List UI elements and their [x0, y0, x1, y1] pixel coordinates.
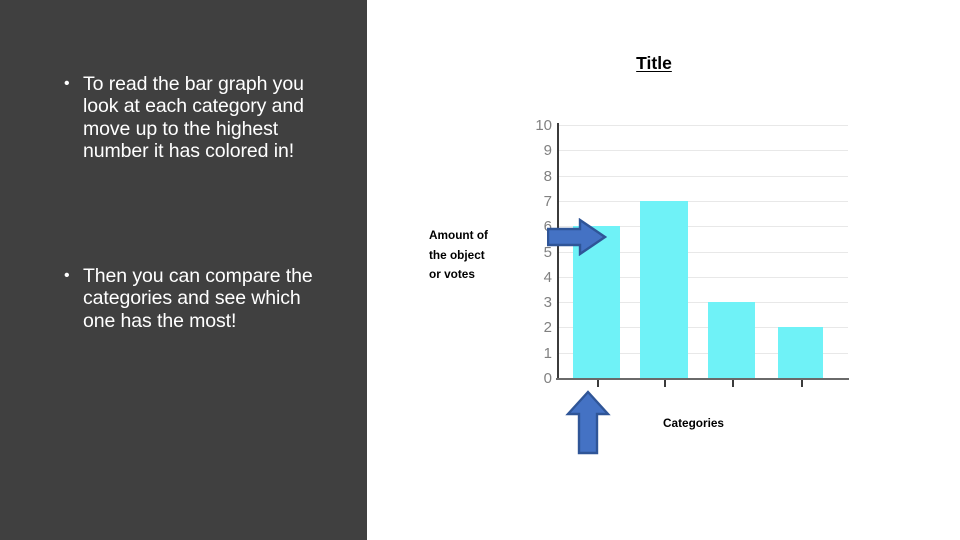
- y-tick-label: 0: [543, 370, 552, 387]
- slide-canvas: To read the bar graph you look at each c…: [0, 0, 960, 540]
- bullet-list: To read the bar graph you look at each c…: [0, 0, 367, 540]
- gridline: [558, 125, 848, 126]
- bar: [708, 302, 755, 378]
- y-tick-label: 5: [543, 243, 552, 261]
- y-tick-label: 1: [543, 344, 552, 362]
- y-tick-label: 9: [543, 142, 552, 160]
- x-tick-mark: [800, 380, 803, 387]
- y-tick-label: 2: [543, 319, 552, 337]
- bullet-item-1: To read the bar graph you look at each c…: [62, 73, 333, 162]
- y-tick-label: 4: [543, 268, 552, 286]
- chart-title-text: Title: [636, 53, 672, 73]
- gridline: [558, 175, 848, 177]
- gridline: [558, 200, 848, 202]
- x-tick-mark: [664, 380, 666, 387]
- bar: [640, 200, 688, 378]
- bar: [778, 327, 823, 378]
- x-axis-line: [556, 378, 849, 381]
- y-tick-label: 10: [535, 117, 552, 134]
- x-axis-label: Categories: [663, 416, 724, 430]
- chart-area: Title Amount of the object or votes Cate…: [367, 0, 960, 540]
- y-tick-label: 8: [543, 167, 552, 185]
- bullet-item-2: Then you can compare the categories and …: [62, 265, 333, 332]
- left-text-panel: To read the bar graph you look at each c…: [0, 0, 367, 540]
- right-arrow-icon: [546, 217, 608, 257]
- up-arrow-icon: [565, 390, 611, 455]
- y-tick-label: 7: [543, 192, 552, 210]
- x-tick-mark: [731, 380, 734, 387]
- y-tick-label: 6: [543, 218, 552, 236]
- y-tick-label: 3: [543, 294, 552, 312]
- gridline: [558, 150, 848, 152]
- x-tick-mark: [596, 380, 599, 387]
